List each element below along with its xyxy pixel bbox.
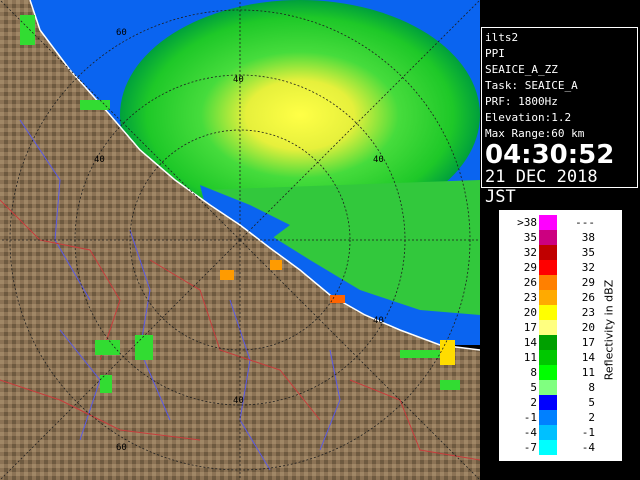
legend-swatch: [539, 245, 557, 260]
legend-high: -1: [581, 426, 595, 439]
legend-high: 32: [581, 261, 595, 274]
legend-row: >38 ---: [499, 215, 599, 230]
legend-low: -4: [523, 426, 537, 439]
range-label: 40: [373, 316, 384, 326]
legend-row: -7 -4: [499, 440, 599, 455]
legend-low: 32: [523, 246, 537, 259]
legend-swatch: [539, 365, 557, 380]
legend-low: 11: [523, 351, 537, 364]
range-label: 60: [116, 443, 127, 453]
scan-time: 04:30:52: [485, 140, 615, 170]
legend-high: 11: [581, 366, 595, 379]
radar-ppi-display[interactable]: 60 40 40 40 40 40 60: [0, 0, 480, 480]
legend-high: 5: [588, 396, 595, 409]
product-name: SEAICE_A_ZZ: [485, 63, 558, 76]
range-label: 40: [373, 155, 384, 165]
azimuth-lines: [0, 0, 480, 480]
legend-row: 23 26: [499, 290, 599, 305]
legend-swatch: [539, 290, 557, 305]
legend-swatch: [539, 275, 557, 290]
legend-swatch: [539, 425, 557, 440]
legend-low: 29: [523, 261, 537, 274]
prf-value: PRF: 1800Hz: [485, 95, 558, 108]
legend-low: -7: [523, 441, 537, 454]
elevation-value: Elevation:1.2: [485, 111, 572, 124]
legend-low: >38: [517, 216, 537, 229]
legend-high: 2: [588, 411, 595, 424]
legend-row: 58: [499, 380, 599, 395]
legend-low: 23: [523, 291, 537, 304]
legend-low: 20: [523, 306, 537, 319]
legend-swatch: [539, 350, 557, 365]
legend-row: -1 2: [499, 410, 599, 425]
range-label: 40: [233, 75, 244, 85]
legend-high: 23: [581, 306, 595, 319]
scan-date: 21 DEC 2018 JST: [485, 167, 598, 207]
reflectivity-legend: >38 --- 35 38 32 35 29 32 26 29 23 26 20 23 17 2…: [498, 209, 623, 462]
legend-high: 35: [581, 246, 595, 259]
range-label: 40: [233, 396, 244, 406]
legend-low: 35: [523, 231, 537, 244]
legend-swatch: [539, 380, 557, 395]
legend-swatch: [539, 260, 557, 275]
legend-swatch: [539, 395, 557, 410]
legend-row: 35 38: [499, 230, 599, 245]
legend-row: 29 32: [499, 260, 599, 275]
max-range-value: Max Range:60 km: [485, 127, 585, 140]
legend-high: ---: [575, 216, 595, 229]
radar-map: 60 40 40 40 40 40 60: [0, 0, 480, 480]
legend-row: 25: [499, 395, 599, 410]
legend-low: 5: [530, 381, 537, 394]
scan-type: PPI: [485, 47, 505, 60]
range-label: 60: [116, 28, 127, 38]
legend-low: -1: [523, 411, 537, 424]
legend-high: 26: [581, 291, 595, 304]
legend-row: 17 20: [499, 320, 599, 335]
legend-row: 14 17: [499, 335, 599, 350]
legend-row: 11 14: [499, 350, 599, 365]
legend-high: 14: [581, 351, 595, 364]
legend-row: 8 11: [499, 365, 599, 380]
legend-rows: >38 --- 35 38 32 35 29 32 26 29 23 26 20 23 17 2…: [499, 215, 599, 455]
legend-row: 20 23: [499, 305, 599, 320]
radar-name: ilts2: [485, 31, 519, 44]
legend-swatch: [539, 440, 557, 455]
legend-high: 29: [581, 276, 595, 289]
legend-high: 38: [581, 231, 595, 244]
legend-swatch: [539, 230, 557, 245]
legend-high: 20: [581, 321, 595, 334]
legend-row: 32 35: [499, 245, 599, 260]
legend-low: 26: [523, 276, 537, 289]
legend-low: 14: [523, 336, 537, 349]
legend-low: 17: [523, 321, 537, 334]
task-name: Task: SEAICE_A: [485, 79, 578, 92]
legend-high: -4: [581, 441, 595, 454]
legend-swatch: [539, 335, 557, 350]
legend-swatch: [539, 410, 557, 425]
legend-axis-label: Reflectivity in dBZ: [602, 279, 616, 381]
legend-row: -4 -1: [499, 425, 599, 440]
legend-high: 8: [588, 381, 595, 394]
legend-high: 17: [581, 336, 595, 349]
radar-info-panel: ilts2 PPI SEAICE_A_ZZ Task: SEAICE_A PRF…: [481, 27, 638, 207]
legend-low: 2: [530, 396, 537, 409]
legend-swatch: [539, 320, 557, 335]
legend-swatch: [539, 305, 557, 320]
legend-swatch: [539, 215, 557, 230]
range-label: 40: [94, 155, 105, 165]
legend-low: 8: [530, 366, 537, 379]
legend-row: 26 29: [499, 275, 599, 290]
